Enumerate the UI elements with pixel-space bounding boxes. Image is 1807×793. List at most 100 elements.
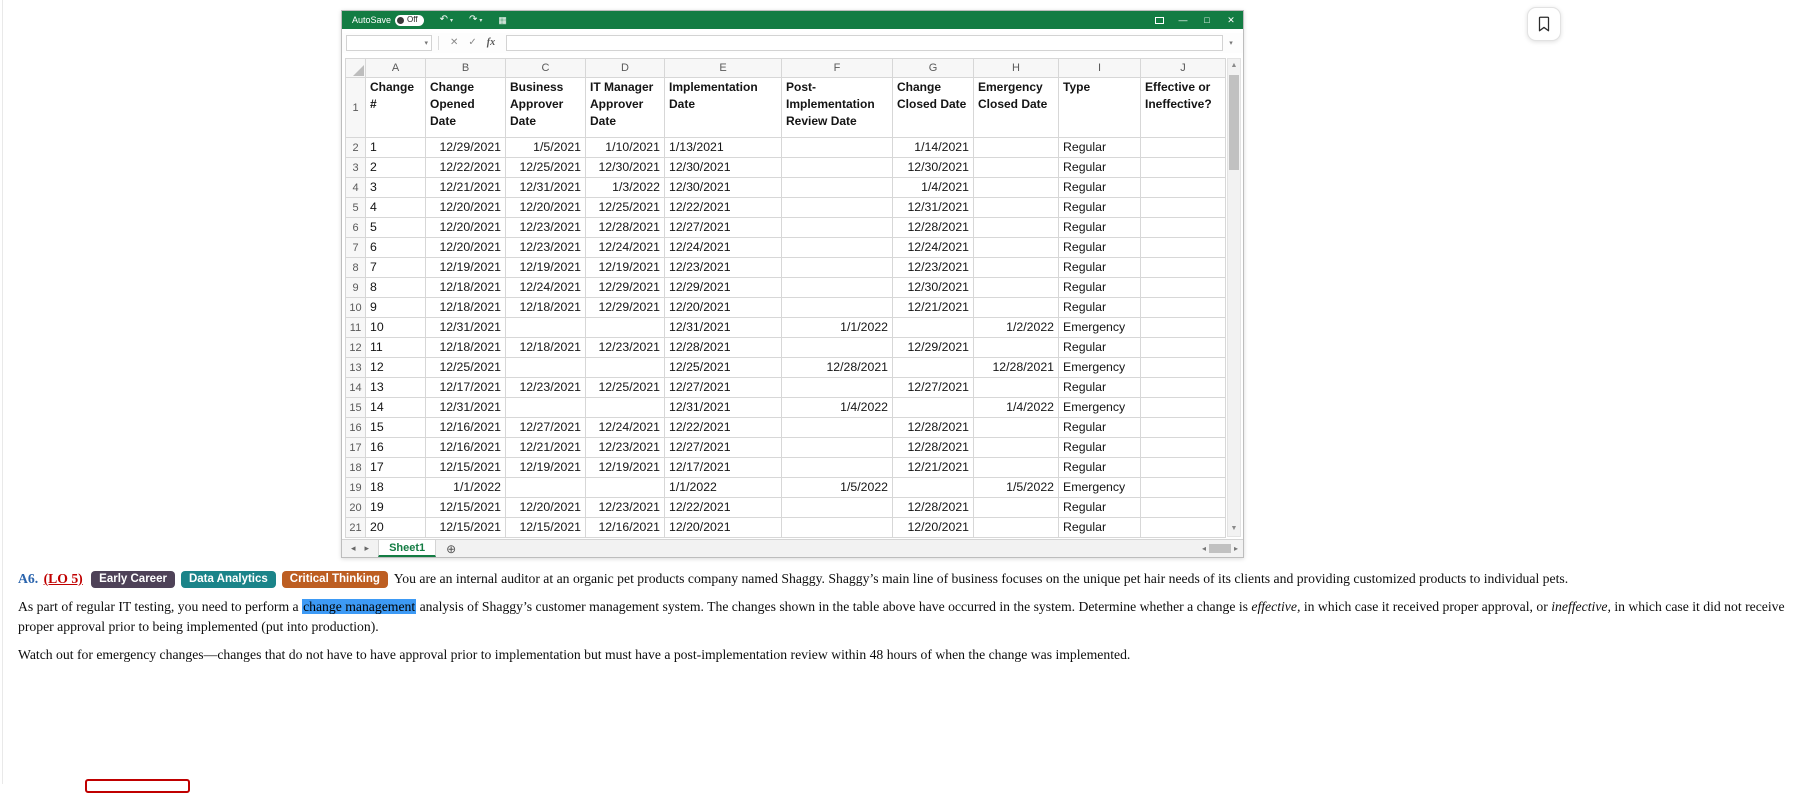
cell-A6[interactable]: 5 — [365, 217, 426, 238]
cell-G15[interactable] — [892, 397, 974, 418]
cell-D14[interactable]: 12/25/2021 — [585, 377, 665, 398]
cell-J13[interactable] — [1140, 357, 1226, 378]
column-header-A[interactable]: A — [365, 58, 426, 78]
cell-C16[interactable]: 12/27/2021 — [505, 417, 586, 438]
cell-E12[interactable]: 12/28/2021 — [664, 337, 782, 358]
cell-B12[interactable]: 12/18/2021 — [425, 337, 506, 358]
maximize-button[interactable]: □ — [1195, 11, 1219, 29]
cell-C17[interactable]: 12/21/2021 — [505, 437, 586, 458]
cell-C13[interactable] — [505, 357, 586, 378]
ribbon-options-icon[interactable] — [1147, 11, 1171, 29]
cell-A7[interactable]: 6 — [365, 237, 426, 258]
row-header-5[interactable]: 5 — [345, 197, 366, 218]
cell-D7[interactable]: 12/24/2021 — [585, 237, 665, 258]
redo-icon[interactable]: ↷ — [469, 11, 477, 29]
column-header-D[interactable]: D — [585, 58, 665, 78]
cell-J14[interactable] — [1140, 377, 1226, 398]
cell-D12[interactable]: 12/23/2021 — [585, 337, 665, 358]
cell-G5[interactable]: 12/31/2021 — [892, 197, 974, 218]
cell-E5[interactable]: 12/22/2021 — [664, 197, 782, 218]
cell-D19[interactable] — [585, 477, 665, 498]
cell-G3[interactable]: 12/30/2021 — [892, 157, 974, 178]
cell-F21[interactable] — [781, 517, 893, 538]
cell-A16[interactable]: 15 — [365, 417, 426, 438]
enter-icon[interactable]: ✓ — [468, 35, 476, 51]
cell-F5[interactable] — [781, 197, 893, 218]
cell-H15[interactable]: 1/4/2022 — [973, 397, 1059, 418]
add-sheet-icon[interactable]: ⊕ — [446, 542, 456, 556]
cell-B7[interactable]: 12/20/2021 — [425, 237, 506, 258]
cell-C9[interactable]: 12/24/2021 — [505, 277, 586, 298]
cell-E14[interactable]: 12/27/2021 — [664, 377, 782, 398]
column-header-B[interactable]: B — [425, 58, 506, 78]
cell-A3[interactable]: 2 — [365, 157, 426, 178]
cell-C21[interactable]: 12/15/2021 — [505, 517, 586, 538]
row-header-20[interactable]: 20 — [345, 497, 366, 518]
cell-A10[interactable]: 9 — [365, 297, 426, 318]
cell-H3[interactable] — [973, 157, 1059, 178]
cell-C4[interactable]: 12/31/2021 — [505, 177, 586, 198]
cell-A1[interactable]: Change # — [365, 77, 426, 138]
cell-H4[interactable] — [973, 177, 1059, 198]
cell-G17[interactable]: 12/28/2021 — [892, 437, 974, 458]
cell-D16[interactable]: 12/24/2021 — [585, 417, 665, 438]
cell-H11[interactable]: 1/2/2022 — [973, 317, 1059, 338]
cell-B15[interactable]: 12/31/2021 — [425, 397, 506, 418]
cell-J16[interactable] — [1140, 417, 1226, 438]
cell-I21[interactable]: Regular — [1058, 517, 1141, 538]
cell-I13[interactable]: Emergency — [1058, 357, 1141, 378]
cell-I17[interactable]: Regular — [1058, 437, 1141, 458]
row-header-13[interactable]: 13 — [345, 357, 366, 378]
cell-A14[interactable]: 13 — [365, 377, 426, 398]
row-header-12[interactable]: 12 — [345, 337, 366, 358]
cell-I6[interactable]: Regular — [1058, 217, 1141, 238]
cell-H2[interactable] — [973, 137, 1059, 158]
vertical-scroll-thumb[interactable] — [1229, 75, 1239, 170]
scroll-left-icon[interactable]: ◂ — [1202, 544, 1206, 553]
cell-H6[interactable] — [973, 217, 1059, 238]
formula-input[interactable] — [506, 35, 1223, 51]
cell-G19[interactable] — [892, 477, 974, 498]
cell-I15[interactable]: Emergency — [1058, 397, 1141, 418]
cell-C1[interactable]: Business Approver Date — [505, 77, 586, 138]
cell-D3[interactable]: 12/30/2021 — [585, 157, 665, 178]
cancel-icon[interactable]: ✕ — [450, 35, 458, 51]
cell-E19[interactable]: 1/1/2022 — [664, 477, 782, 498]
cell-E17[interactable]: 12/27/2021 — [664, 437, 782, 458]
cell-B19[interactable]: 1/1/2022 — [425, 477, 506, 498]
cell-H17[interactable] — [973, 437, 1059, 458]
cell-H1[interactable]: Emergency Closed Date — [973, 77, 1059, 138]
cell-D11[interactable] — [585, 317, 665, 338]
cell-C10[interactable]: 12/18/2021 — [505, 297, 586, 318]
cell-G18[interactable]: 12/21/2021 — [892, 457, 974, 478]
cell-F1[interactable]: Post-Implementation Review Date — [781, 77, 893, 138]
cell-C5[interactable]: 12/20/2021 — [505, 197, 586, 218]
cell-E9[interactable]: 12/29/2021 — [664, 277, 782, 298]
cell-E11[interactable]: 12/31/2021 — [664, 317, 782, 338]
cell-G13[interactable] — [892, 357, 974, 378]
cell-E7[interactable]: 12/24/2021 — [664, 237, 782, 258]
cell-B2[interactable]: 12/29/2021 — [425, 137, 506, 158]
cell-J1[interactable]: Effective or Ineffective? — [1140, 77, 1226, 138]
cell-H9[interactable] — [973, 277, 1059, 298]
cell-I16[interactable]: Regular — [1058, 417, 1141, 438]
cell-J3[interactable] — [1140, 157, 1226, 178]
cell-A8[interactable]: 7 — [365, 257, 426, 278]
column-header-E[interactable]: E — [664, 58, 782, 78]
cell-I1[interactable]: Type — [1058, 77, 1141, 138]
cell-H18[interactable] — [973, 457, 1059, 478]
row-header-16[interactable]: 16 — [345, 417, 366, 438]
undo-dropdown-icon[interactable]: ▾ — [450, 17, 453, 24]
cell-J15[interactable] — [1140, 397, 1226, 418]
cell-D10[interactable]: 12/29/2021 — [585, 297, 665, 318]
cell-C8[interactable]: 12/19/2021 — [505, 257, 586, 278]
cell-C12[interactable]: 12/18/2021 — [505, 337, 586, 358]
sheet-nav-left-icon[interactable]: ◂ — [351, 543, 356, 554]
cell-E1[interactable]: Implementation Date — [664, 77, 782, 138]
cell-H20[interactable] — [973, 497, 1059, 518]
cell-D15[interactable] — [585, 397, 665, 418]
row-header-21[interactable]: 21 — [345, 517, 366, 538]
row-header-19[interactable]: 19 — [345, 477, 366, 498]
cell-B6[interactable]: 12/20/2021 — [425, 217, 506, 238]
cell-D2[interactable]: 1/10/2021 — [585, 137, 665, 158]
